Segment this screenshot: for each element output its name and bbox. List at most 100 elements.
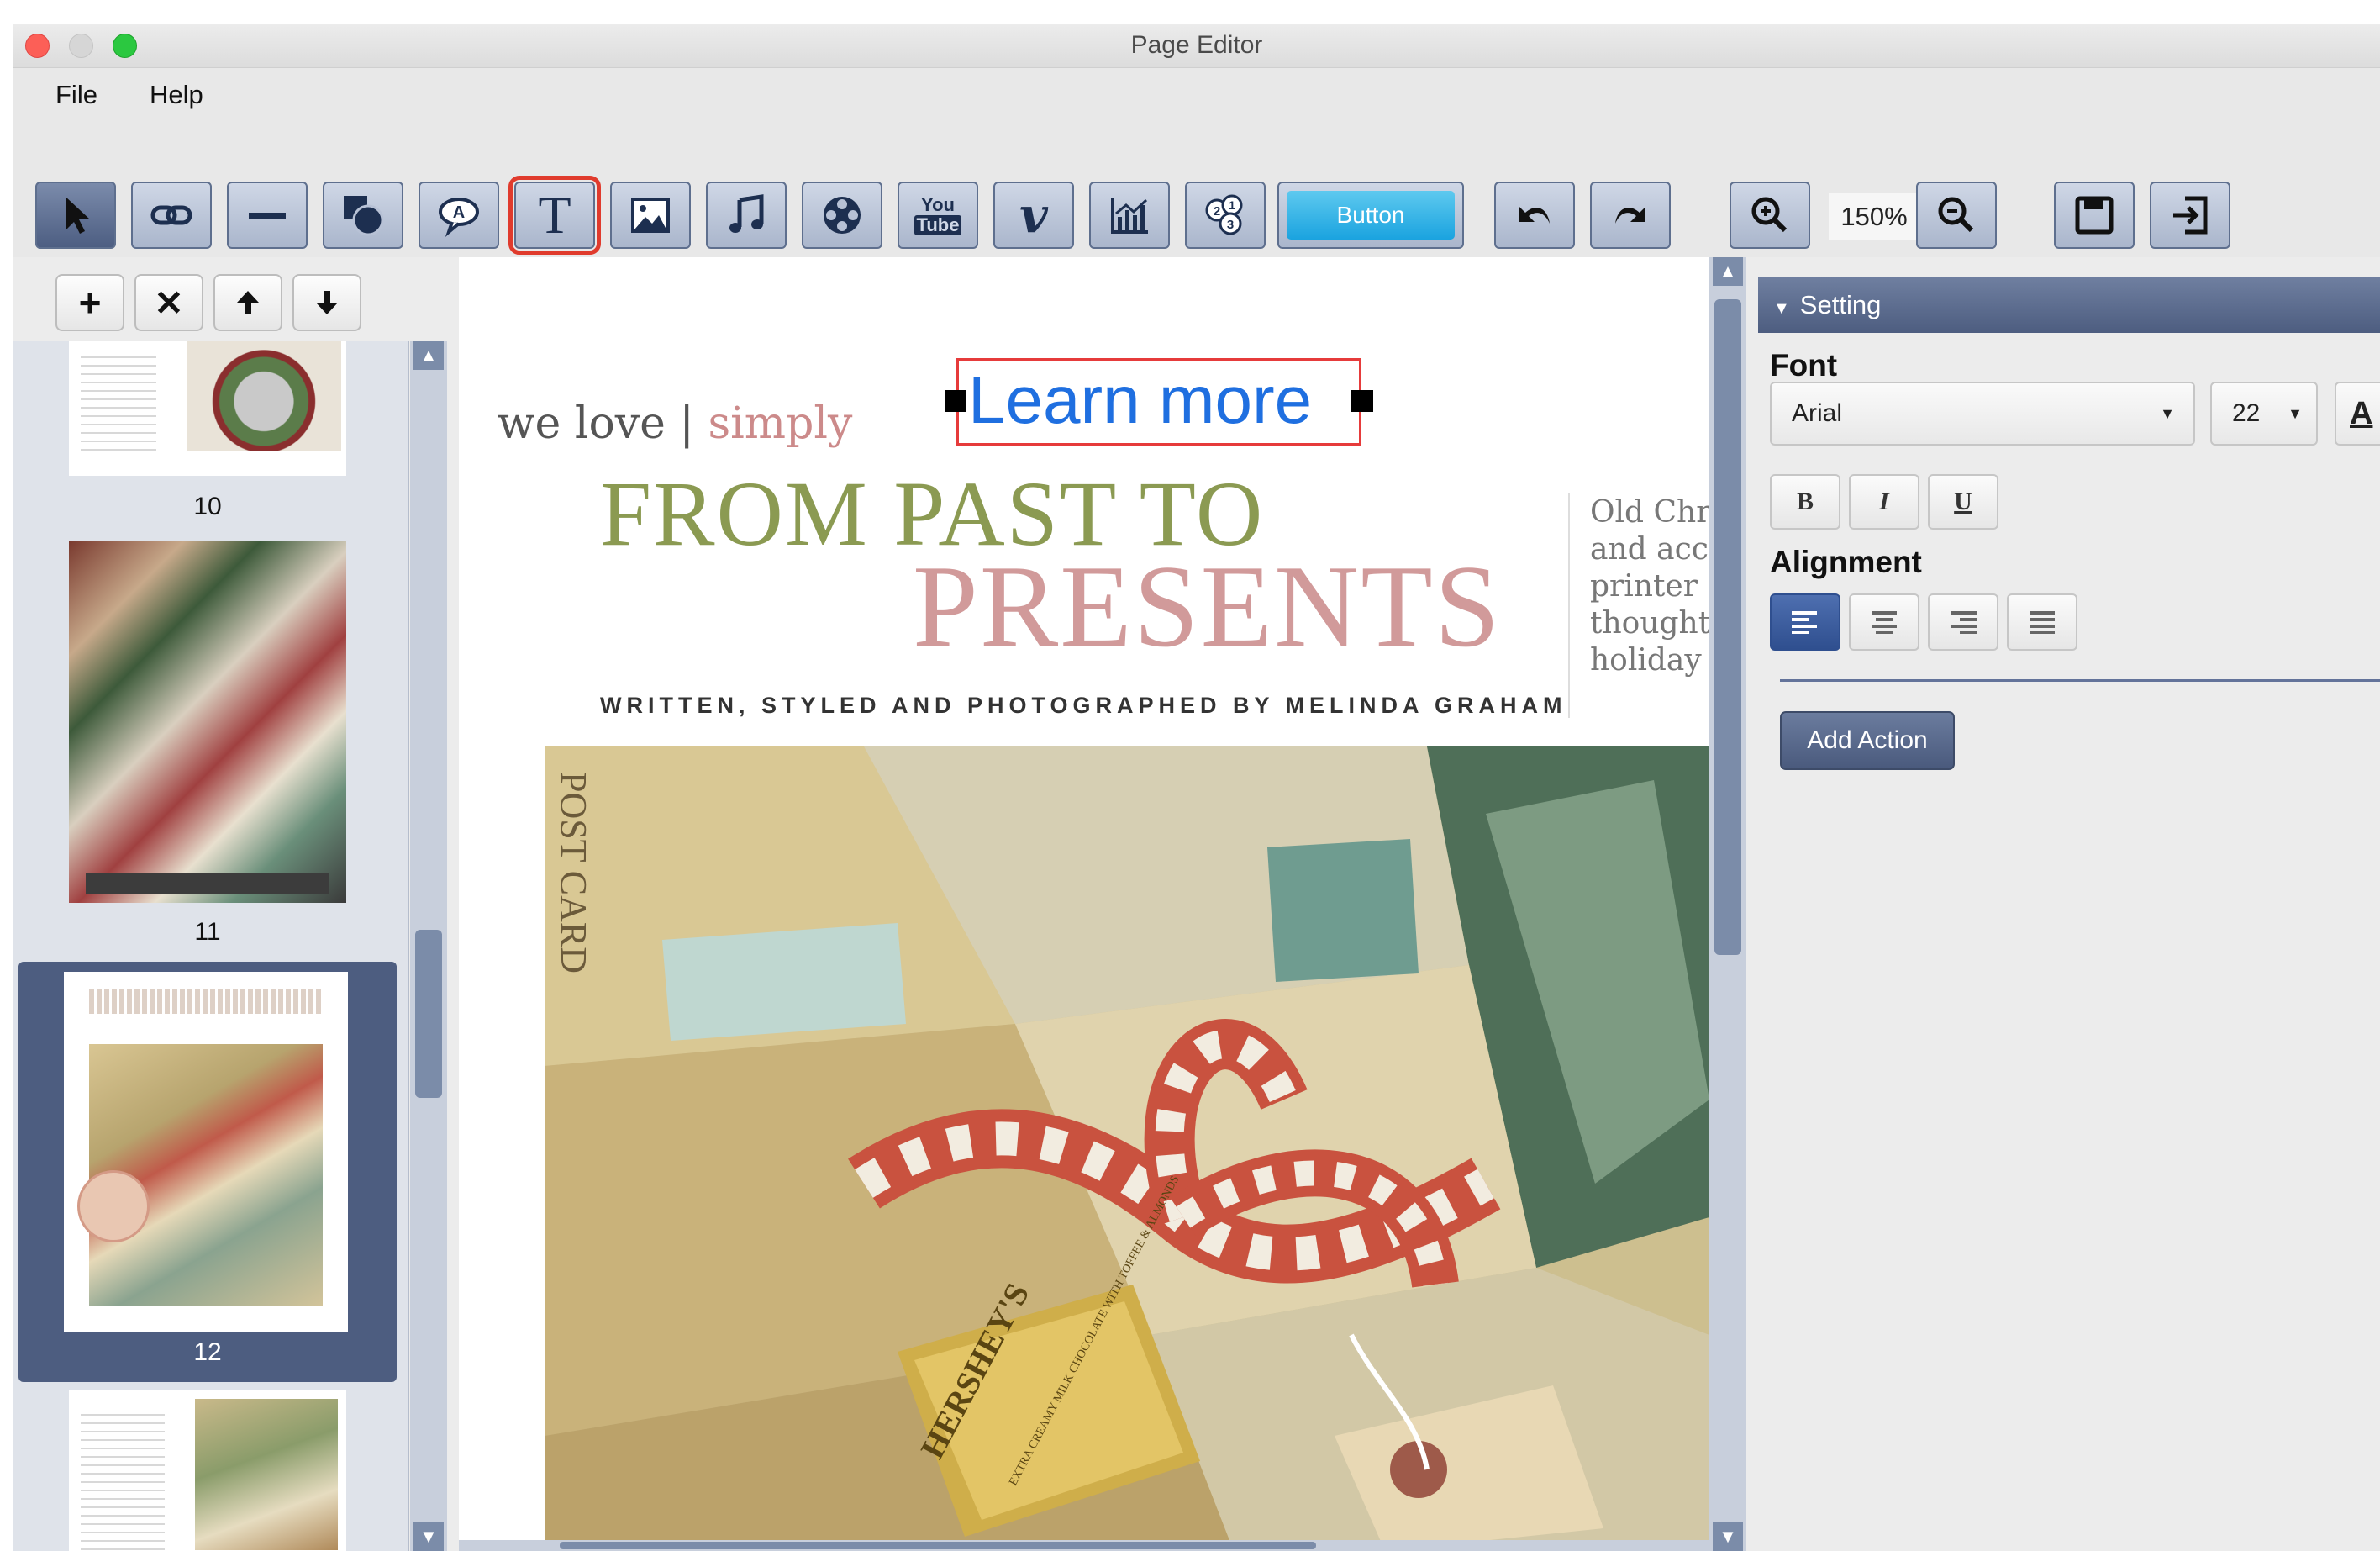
move-page-up-button[interactable]: [213, 274, 282, 331]
thumbnail-scrollbar[interactable]: ▲ ▼: [410, 341, 447, 1551]
zoom-out-button[interactable]: [1916, 182, 1997, 249]
thumb-text-lines: [81, 350, 156, 451]
zoom-out-icon: [1938, 197, 1974, 233]
image-icon: [631, 198, 670, 233]
numbered-circles-icon: 2 1 3: [1205, 194, 1243, 235]
canvas-vertical-scrollbar[interactable]: ▲ ▼: [1709, 257, 1746, 1551]
byline: WRITTEN, STYLED AND PHOTOGRAPHED BY MELI…: [600, 693, 1567, 718]
page-canvas[interactable]: we love | simply Learn more FROM PAST TO…: [459, 257, 1709, 1551]
canvas-hscroll-thumb[interactable]: [560, 1542, 1316, 1549]
line-tool-button[interactable]: [227, 182, 308, 249]
zoom-in-button[interactable]: [1730, 182, 1810, 249]
shapes-icon: [344, 196, 384, 236]
vimeo-tool-button[interactable]: v: [993, 182, 1074, 249]
svg-text:A: A: [453, 203, 465, 222]
menu-help[interactable]: Help: [150, 80, 203, 110]
font-color-icon: A: [2350, 396, 2373, 431]
heading-line-2: PRESENTS: [913, 541, 1502, 672]
thumb-photo: [195, 1399, 338, 1550]
align-right-button[interactable]: [1928, 593, 1998, 651]
font-size-select[interactable]: 22 ▼: [2210, 382, 2318, 446]
window-title: Page Editor: [1130, 31, 1263, 59]
move-page-down-button[interactable]: [292, 274, 361, 331]
postcard-text: POST CARD: [553, 772, 594, 973]
settings-header[interactable]: ▼ Setting: [1758, 277, 2380, 333]
scroll-down-arrow-icon[interactable]: ▼: [413, 1522, 444, 1551]
undo-icon: [1519, 207, 1550, 224]
resize-handle-left[interactable]: [945, 390, 966, 412]
align-center-button[interactable]: [1849, 593, 1919, 651]
page-thumbnail[interactable]: 10: [18, 341, 397, 533]
redo-icon: [1615, 207, 1645, 224]
thumb-heading: [89, 989, 323, 1014]
underline-button[interactable]: U: [1928, 474, 1998, 530]
link-tool-button[interactable]: [131, 182, 212, 249]
scroll-up-arrow-icon[interactable]: ▲: [413, 341, 444, 370]
canvas-horizontal-scrollbar[interactable]: [459, 1540, 1709, 1551]
svg-text:1: 1: [1229, 198, 1235, 212]
page-photo[interactable]: POST CARD HERSHEY'S EXTRA CREAMY MILK CH…: [545, 746, 1709, 1551]
add-page-button[interactable]: +: [55, 274, 124, 331]
canvas-scroll-down-arrow-icon[interactable]: ▼: [1713, 1522, 1743, 1551]
youtube-tool-button[interactable]: You Tube: [898, 182, 978, 249]
font-color-button[interactable]: A: [2335, 382, 2380, 446]
alignment-label: Alignment: [1770, 545, 1922, 579]
align-left-button[interactable]: [1770, 593, 1840, 651]
page-thumbnail-image: [69, 541, 346, 903]
link-icon: [150, 205, 192, 225]
page-editor-window: Page Editor File Help A T You Tube v 2 1…: [13, 24, 2380, 1551]
save-button[interactable]: [2054, 182, 2135, 249]
bold-button[interactable]: B: [1770, 474, 1840, 530]
page-thumbnail-image: [64, 972, 348, 1332]
image-tool-button[interactable]: [610, 182, 691, 249]
page-thumbnail-selected[interactable]: 12: [18, 962, 397, 1382]
speech-bubble-icon: A: [439, 198, 479, 238]
chart-icon: [1111, 198, 1148, 234]
gift-photo-illustration: POST CARD HERSHEY'S EXTRA CREAMY MILK CH…: [545, 746, 1709, 1551]
plus-icon: +: [78, 281, 102, 324]
chart-tool-button[interactable]: [1089, 182, 1170, 249]
chevron-down-icon: ▼: [2288, 405, 2303, 422]
zoom-level-field[interactable]: 150%: [1829, 193, 1919, 240]
button-tool-button[interactable]: Button: [1277, 182, 1464, 249]
select-tool-button[interactable]: [35, 182, 116, 249]
vimeo-icon: v: [1019, 187, 1048, 244]
export-button[interactable]: [2150, 182, 2230, 249]
export-icon: [2173, 196, 2208, 235]
text-tool-button[interactable]: T: [508, 176, 601, 255]
page-number-label: 11: [194, 918, 221, 946]
redo-button[interactable]: [1590, 182, 1671, 249]
resize-handle-right[interactable]: [1351, 390, 1373, 412]
thumb-text-lines: [81, 1407, 165, 1550]
align-center-icon: [1872, 611, 1897, 634]
callout-tool-button[interactable]: A: [419, 182, 499, 249]
page-thumbnail[interactable]: [18, 1390, 397, 1551]
youtube-icon: You Tube: [914, 195, 962, 235]
delete-page-button[interactable]: ✕: [134, 274, 203, 331]
audio-tool-button[interactable]: [706, 182, 787, 249]
scrollbar-thumb[interactable]: [415, 930, 442, 1098]
slideshow-tool-button[interactable]: 21 3: [1185, 182, 1266, 249]
canvas-scroll-up-arrow-icon[interactable]: ▲: [1713, 257, 1743, 286]
undo-button[interactable]: [1494, 182, 1575, 249]
page-thumbnail[interactable]: 11: [18, 541, 397, 962]
font-label: Font: [1770, 348, 1838, 382]
music-note-icon: [729, 194, 764, 233]
video-tool-button[interactable]: [802, 182, 882, 249]
cursor-arrow-icon: [66, 197, 90, 234]
svg-text:3: 3: [1227, 218, 1234, 232]
add-action-button[interactable]: Add Action: [1780, 711, 1955, 770]
align-justify-button[interactable]: [2007, 593, 2077, 651]
collapse-triangle-icon: ▼: [1773, 299, 1790, 318]
thumb-badge: [77, 1170, 150, 1242]
canvas-scrollbar-thumb[interactable]: [1714, 299, 1741, 955]
shape-tool-button[interactable]: [323, 182, 403, 249]
text-T-icon: T: [538, 185, 571, 245]
font-family-select[interactable]: Arial ▼: [1770, 382, 2195, 446]
settings-panel: ▼ Setting Font Arial ▼ 22 ▼ A B I U Align…: [1746, 257, 2380, 1551]
menu-bar: File Help: [13, 68, 2380, 123]
italic-button[interactable]: I: [1849, 474, 1919, 530]
learn-more-text-element[interactable]: Learn more: [968, 361, 1312, 439]
page-thumbnail-image: [69, 1390, 346, 1551]
menu-file[interactable]: File: [55, 80, 97, 110]
